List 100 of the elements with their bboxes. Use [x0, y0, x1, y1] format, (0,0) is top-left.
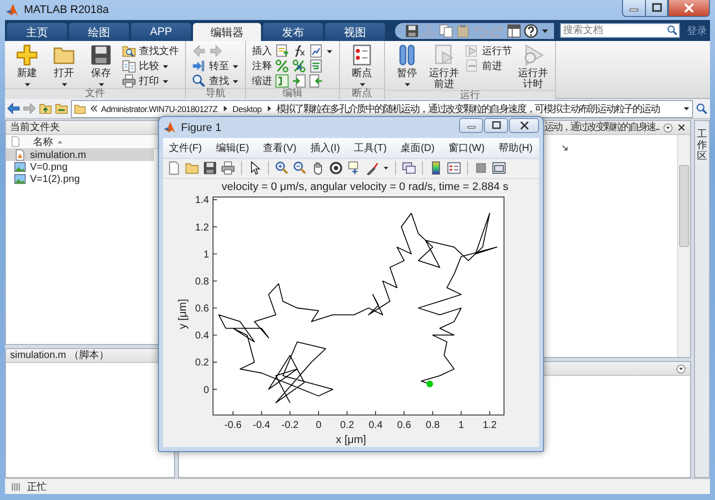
- window-icon[interactable]: [492, 161, 506, 176]
- ribbon-button[interactable]: 前进: [465, 59, 512, 73]
- data-cursor-icon[interactable]: [347, 161, 361, 176]
- browse-folder-icon[interactable]: [55, 102, 68, 115]
- login-link[interactable]: 登录: [687, 24, 707, 38]
- menu-item[interactable]: 桌面(D): [400, 140, 435, 155]
- back-arrow-icon[interactable]: [7, 102, 20, 115]
- image-file-icon: [14, 161, 26, 173]
- options-icon[interactable]: [663, 122, 673, 132]
- brush-icon[interactable]: [365, 161, 379, 176]
- pointer-icon[interactable]: [248, 161, 262, 176]
- options-icon[interactable]: [676, 364, 686, 374]
- dock-arrow-icon: [560, 144, 569, 152]
- ribbon-button[interactable]: 暂停: [391, 44, 423, 88]
- ribbon-button[interactable]: 断点: [346, 44, 378, 88]
- ribbon-button[interactable]: 运行节: [465, 44, 512, 58]
- menu-item[interactable]: 编辑(E): [216, 140, 250, 155]
- layout-icon[interactable]: [507, 24, 521, 38]
- file-item[interactable]: simulation.m: [6, 149, 154, 161]
- search-icon: [192, 74, 206, 88]
- breadcrumb-item[interactable]: Desktop: [232, 104, 262, 114]
- minimize-button[interactable]: [459, 118, 483, 133]
- file-item[interactable]: V=0.png: [6, 161, 154, 173]
- ribbon-tab[interactable]: 发布: [263, 23, 323, 41]
- double-chevron-icon: [89, 104, 98, 113]
- search-field[interactable]: 搜索文档: [560, 23, 680, 38]
- square-icon[interactable]: [474, 161, 488, 176]
- play-icon: [465, 44, 479, 58]
- ribbon-button[interactable]: 打印: [122, 74, 179, 88]
- side-tab[interactable]: 工作区: [694, 120, 710, 478]
- file-item[interactable]: V=1(2).png: [6, 173, 154, 185]
- ribbon-tab[interactable]: 主页: [7, 23, 67, 41]
- breadcrumb-item[interactable]: 模拟了颗粒在多孔介质中的随机运动，通过改变颗粒的自身速度，可模拟主动布朗运动粒子的运动: [276, 102, 660, 116]
- zoom-in-icon[interactable]: [275, 161, 289, 176]
- copy-icon[interactable]: [439, 24, 453, 38]
- rotate-icon[interactable]: [329, 161, 343, 176]
- up-folder-icon[interactable]: [39, 102, 52, 115]
- tick-label: -0.4: [252, 420, 270, 432]
- close-icon: [520, 121, 528, 130]
- document-icon[interactable]: [309, 59, 323, 73]
- tick-label: 1.4: [195, 195, 209, 206]
- ribbon-tab[interactable]: 编辑器: [193, 23, 261, 41]
- percent-icon[interactable]: [292, 59, 306, 73]
- linked-plot-icon[interactable]: [402, 161, 416, 176]
- breadcrumb-item[interactable]: Administrator.WIN7U-20180127Z: [101, 104, 218, 114]
- document-icon[interactable]: [275, 44, 289, 58]
- indent-icon[interactable]: [275, 74, 289, 88]
- ribbon-button[interactable]: 转至: [192, 59, 239, 73]
- window-title: MATLAB R2018a: [24, 4, 109, 16]
- colorbar-icon[interactable]: [429, 161, 443, 176]
- ribbon-tab[interactable]: APP: [131, 23, 191, 41]
- tick-label: 0.2: [195, 358, 209, 369]
- row-label: 注释: [252, 60, 272, 73]
- ribbon-button[interactable]: 新建: [11, 44, 43, 88]
- ribbon-button[interactable]: 查找: [192, 74, 239, 88]
- ribbon-button[interactable]: 保存: [85, 44, 117, 88]
- menu-item[interactable]: 插入(I): [310, 140, 340, 155]
- ribbon-button[interactable]: 运行并计时: [517, 44, 549, 90]
- ribbon-button[interactable]: 运行并前进: [428, 44, 460, 90]
- menu-item[interactable]: 窗口(W): [448, 140, 485, 155]
- document-icon: [465, 59, 479, 73]
- tick-label: 0.4: [368, 420, 383, 432]
- menu-item[interactable]: 文件(F): [169, 140, 202, 155]
- ribbon-tab[interactable]: 绘图: [69, 23, 129, 41]
- ribbon-button[interactable]: 打开: [48, 44, 80, 88]
- tick-label: 0.8: [195, 276, 209, 288]
- close-button[interactable]: [668, 0, 710, 17]
- hand-icon[interactable]: [311, 161, 325, 176]
- document-icon[interactable]: [167, 161, 181, 176]
- address-field[interactable]: Administrator.WIN7U-20180127Z Desktop 模拟了颗粒在多孔介质中的随机运动，通过改变颗粒的自身速度，可模拟主动布朗运动粒子的运动: [71, 100, 693, 118]
- search-icon[interactable]: [696, 102, 708, 114]
- group-title: 导航: [186, 88, 245, 99]
- indent-icon[interactable]: [309, 74, 323, 88]
- maximize-icon: [492, 121, 500, 130]
- ribbon-button[interactable]: 比较: [122, 59, 179, 73]
- document-icon[interactable]: [309, 44, 323, 58]
- folder-icon: [74, 102, 86, 114]
- minimize-button[interactable]: [622, 0, 646, 17]
- zoom-out-icon[interactable]: [293, 161, 307, 176]
- maximize-button[interactable]: [484, 118, 508, 133]
- indent-icon[interactable]: [292, 74, 306, 88]
- column-header[interactable]: 名称: [33, 134, 64, 148]
- scrollbar[interactable]: [677, 135, 690, 357]
- matlab-logo-icon: [163, 121, 176, 134]
- tick-label: 0.6: [195, 304, 209, 315]
- help-icon[interactable]: [524, 24, 538, 38]
- menu-item[interactable]: 查看(V): [263, 140, 296, 155]
- ribbon-button[interactable]: 查找文件: [122, 44, 179, 58]
- compare-icon: [122, 59, 136, 73]
- axis-label: y [μm]: [177, 298, 189, 330]
- maximize-button[interactable]: [646, 0, 668, 17]
- ribbon-tab[interactable]: 视图: [325, 23, 385, 41]
- clipboard-icon[interactable]: [456, 24, 470, 38]
- printer-icon[interactable]: [221, 161, 235, 176]
- menu-item[interactable]: 工具(T): [354, 140, 387, 155]
- menu-item[interactable]: 帮助(H): [498, 140, 533, 155]
- tick-label: -0.6: [224, 420, 242, 432]
- close-button[interactable]: [509, 118, 539, 133]
- legend-icon[interactable]: [447, 161, 461, 176]
- close-icon[interactable]: [677, 123, 686, 132]
